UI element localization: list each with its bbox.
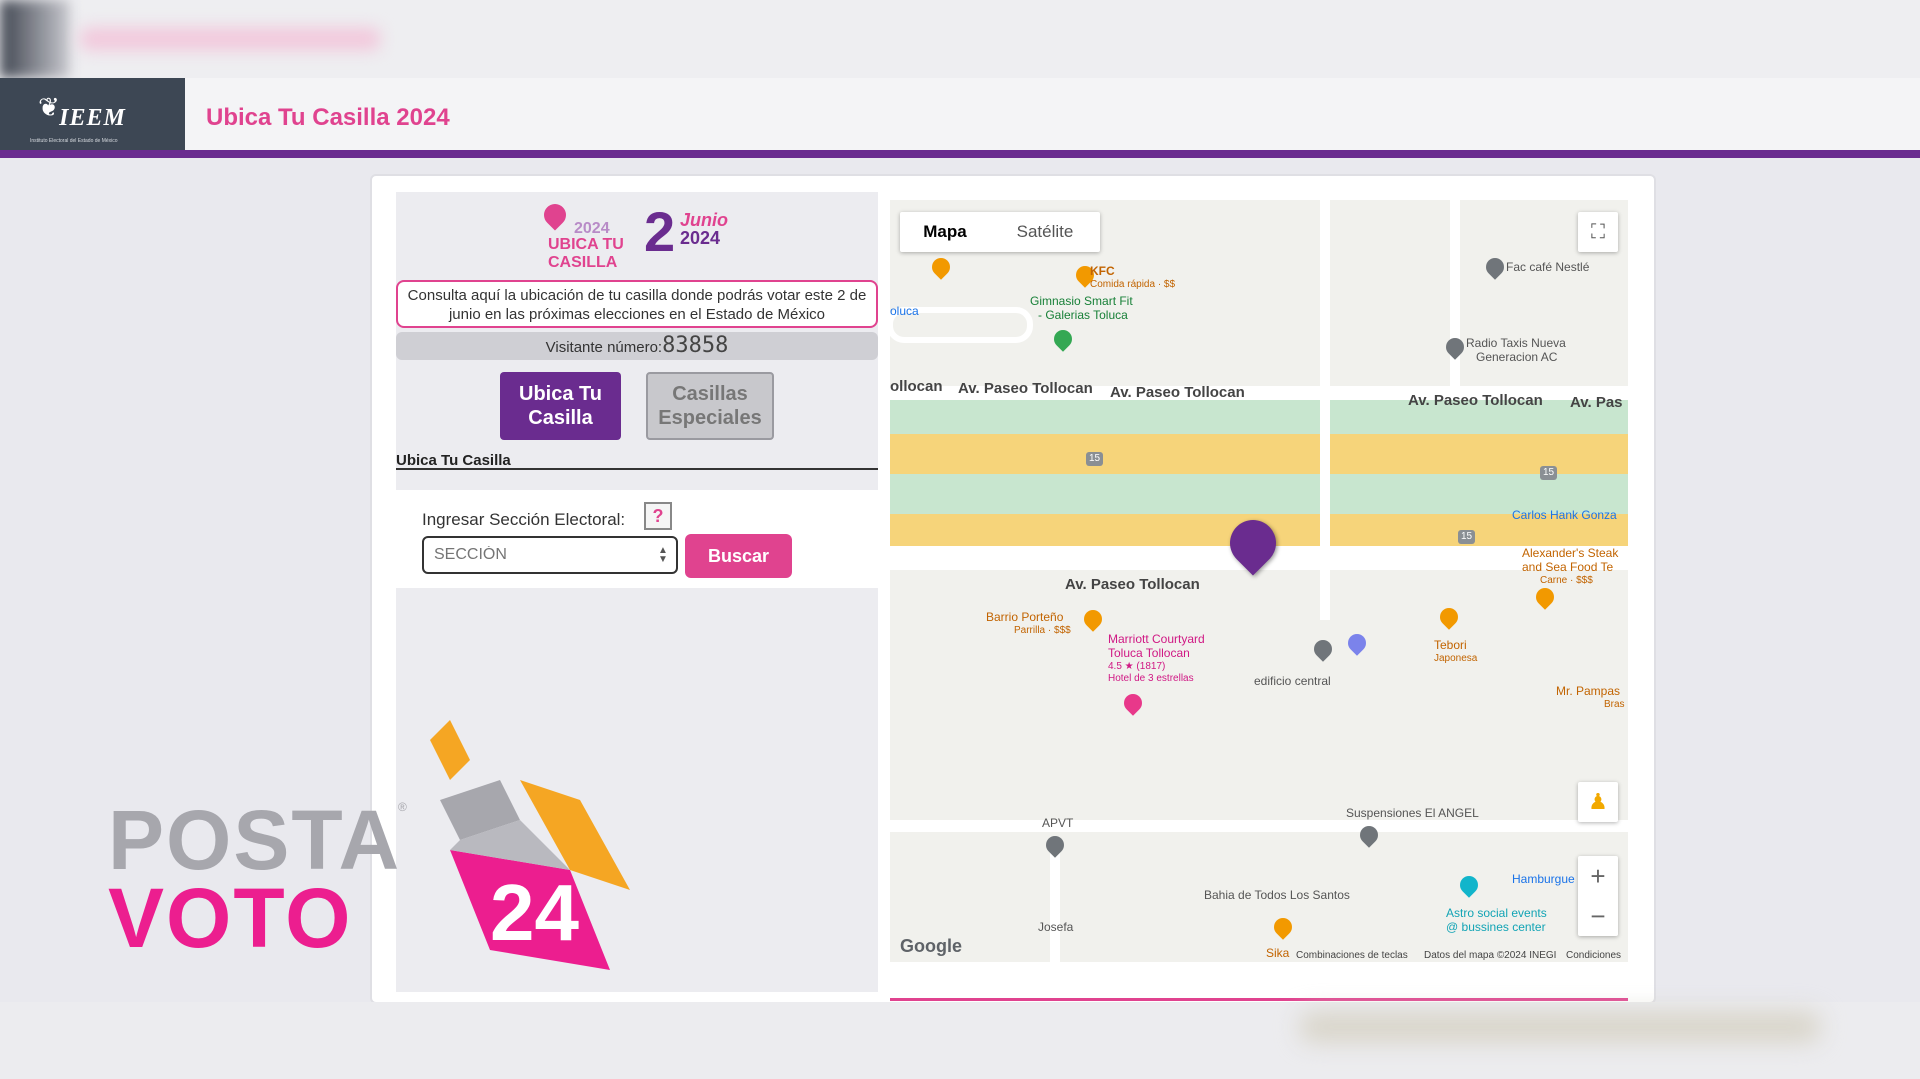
road-label: Av. Paseo Tollocan [1110, 384, 1245, 401]
buscar-button[interactable]: Buscar [685, 534, 792, 578]
registered-mark: ® [398, 800, 407, 814]
bottom-blurred-strip [0, 1002, 1920, 1079]
marriott-label: Marriott Courtyard [1108, 632, 1205, 646]
hamburguesas-label: Hamburgue [1512, 872, 1575, 886]
location-pin-icon [539, 199, 571, 231]
visitor-counter: Visitante número:83858 [396, 332, 878, 360]
map-canvas [890, 200, 1628, 962]
suspensiones-label: Suspensiones El ANGEL [1346, 806, 1479, 820]
ubica-tu-casilla-button[interactable]: Ubica Tu Casilla [500, 372, 621, 440]
voto-text: VOTO [108, 871, 353, 965]
map-bottom-border [890, 998, 1628, 1001]
fac-cafe-label: Fac café Nestlé [1506, 260, 1590, 274]
kfc-label: KFC [1090, 264, 1115, 278]
seccion-label: Ingresar Sección Electoral: [422, 510, 626, 529]
tebori-label: Tebori [1434, 638, 1467, 652]
road-label: Av. Paseo Tollocan [1065, 576, 1200, 593]
astro-label-2: @ bussines center [1446, 920, 1546, 934]
stepper-arrows-icon[interactable]: ▲ ▼ [658, 546, 668, 565]
marriott-type: Hotel de 3 estrellas [1108, 673, 1194, 684]
header-divider [0, 150, 1920, 158]
route-shield-icon: 15 [1086, 452, 1104, 466]
keyboard-shortcuts-link[interactable]: Combinaciones de teclas [1296, 950, 1408, 961]
blurred-content [1300, 1012, 1820, 1042]
street-view-pegman-icon[interactable]: ♟ [1578, 782, 1618, 822]
bahia-label: Bahia de Todos Los Santos [1204, 888, 1350, 902]
mr-pampas-sub-label: Bras [1604, 699, 1625, 710]
zoom-control: + − [1578, 856, 1618, 936]
map-tab[interactable]: Mapa [900, 212, 990, 252]
logo-subtitle: Instituto Electoral del Estado de México [30, 138, 118, 144]
help-button[interactable]: ? [644, 502, 672, 530]
brand-line2: CASILLA [548, 254, 618, 271]
map-data-attribution: Datos del mapa ©2024 INEGI [1424, 950, 1557, 961]
info-message: Consulta aquí la ubicación de tu casilla… [396, 280, 878, 328]
marriott-label-2: Toluca Tollocan [1108, 646, 1190, 660]
barrio-sub-label: Parrilla · $$$ [1014, 625, 1071, 636]
gym-label: Gimnasio Smart Fit [1030, 294, 1133, 308]
brand-year2: 2024 [680, 228, 721, 248]
barrio-label: Barrio Porteño [986, 610, 1064, 624]
map-label-toluca: oluca [890, 304, 919, 318]
radio-taxis-label-2: Generacion AC [1476, 350, 1558, 364]
satellite-tab[interactable]: Satélite [990, 212, 1100, 252]
route-shield-icon: 15 [1540, 466, 1558, 480]
brand-date-number: 2 [644, 200, 676, 263]
visitor-count: 83858 [662, 333, 729, 358]
mr-pampas-label: Mr. Pampas [1556, 684, 1621, 698]
road-label: Av. Paseo Tollocan [1408, 392, 1543, 409]
radio-taxis-label: Radio Taxis Nueva [1466, 336, 1566, 350]
blurred-title [80, 28, 380, 50]
astro-label: Astro social events [1446, 906, 1547, 920]
google-map[interactable]: ollocan Av. Paseo Tollocan Av. Paseo Tol… [890, 200, 1628, 962]
josefa-label: Josefa [1038, 920, 1074, 934]
logo-eagle-icon: ❦ [38, 92, 60, 122]
road-label: Av. Paseo Tollocan [958, 380, 1093, 397]
route-shield-icon: 15 [1458, 530, 1476, 544]
fullscreen-icon[interactable]: ⛶ [1578, 212, 1618, 252]
road-label: Av. Pas [1570, 394, 1623, 411]
seccion-input[interactable] [422, 536, 678, 574]
section-heading: Ubica Tu Casilla [396, 452, 878, 470]
zoom-in-button[interactable]: + [1578, 856, 1618, 896]
terms-link[interactable]: Condiciones [1566, 950, 1621, 961]
ieem-logo[interactable]: ❦ IEEM Instituto Electoral del Estado de… [0, 78, 185, 158]
gym-label-2: - Galerias Toluca [1038, 308, 1128, 322]
kfc-sub-label: Comida rápida · $$ [1090, 279, 1176, 290]
page-title: Ubica Tu Casilla 2024 [206, 104, 450, 131]
voto-24-cube-logo: 24 [420, 720, 640, 980]
edificio-label: edificio central [1254, 674, 1331, 688]
road-label: ollocan [890, 378, 943, 395]
apvt-label: APVT [1042, 816, 1074, 830]
alexanders-sub-label: Carne · $$$ [1540, 575, 1593, 586]
carlos-hank-label: Carlos Hank Gonza [1512, 508, 1617, 522]
logo-text: IEEM [59, 104, 126, 131]
tebori-sub-label: Japonesa [1434, 653, 1478, 664]
ubica-tu-casilla-logo: 2024 UBICA TU CASILLA 2 Junio 2024 [530, 199, 750, 276]
alexanders-label-2: and Sea Food Te [1522, 560, 1614, 574]
blurred-tab [0, 0, 70, 78]
zoom-out-button[interactable]: − [1578, 896, 1618, 936]
alexanders-label: Alexander's Steak [1522, 546, 1619, 560]
site-header: ❦ IEEM Instituto Electoral del Estado de… [0, 78, 1920, 158]
browser-top-strip [0, 0, 1920, 78]
visitor-label: Visitante número: [545, 339, 663, 356]
brand-line1: UBICA TU [548, 236, 624, 253]
map-type-control: Mapa Satélite [900, 212, 1100, 252]
sika-label: Sika [1266, 946, 1290, 960]
google-logo[interactable]: Google [900, 936, 962, 957]
casillas-especiales-button[interactable]: Casillas Especiales [646, 372, 774, 440]
cube-number: 24 [490, 868, 579, 957]
